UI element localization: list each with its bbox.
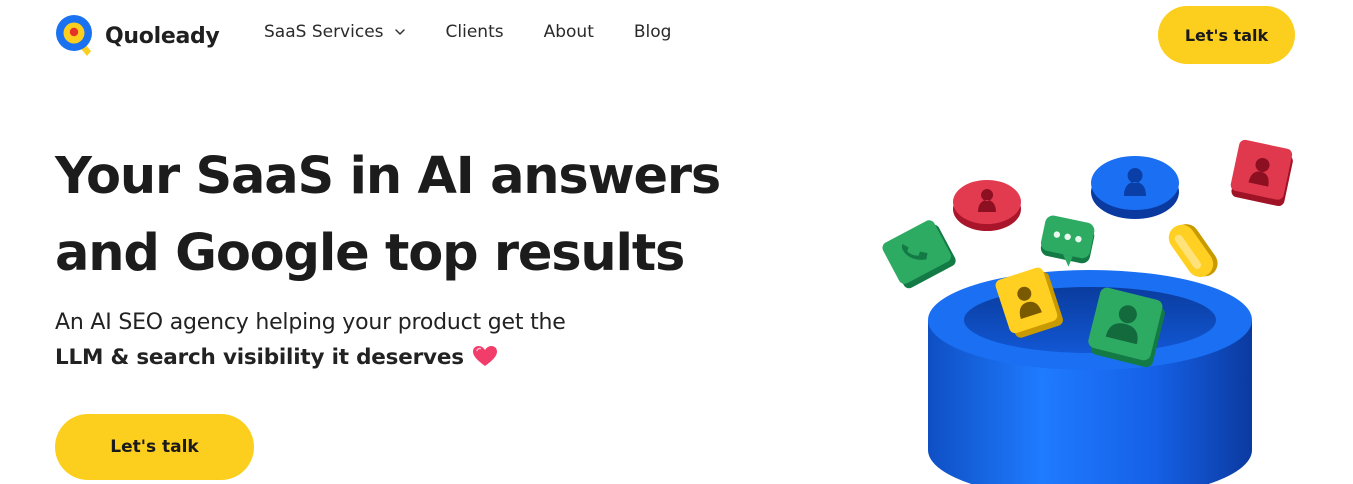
hero-title-line-2: and Google top results [55, 224, 685, 283]
chevron-down-icon [394, 29, 405, 35]
nav-item-blog[interactable]: Blog [634, 22, 672, 42]
nav-item-about[interactable]: About [544, 22, 594, 42]
hero-illustration [882, 139, 1293, 484]
hero-subtitle: An AI SEO agency helping your product ge… [55, 305, 675, 375]
user-token-icon [1091, 156, 1179, 219]
heart-icon [472, 346, 497, 366]
site-header: Quoleady SaaS Services Clients About Blo… [0, 0, 1353, 70]
user-token-icon [953, 180, 1021, 231]
nav-item-clients[interactable]: Clients [446, 22, 504, 42]
chat-bubble-icon [1040, 215, 1095, 267]
user-token-icon [1230, 139, 1293, 207]
nav-item-label: SaaS Services [264, 22, 384, 42]
phone-token-icon [882, 220, 956, 289]
brand-name: Quoleady [105, 23, 220, 49]
hero-subtitle-line-2: LLM & search visibility it deserves [55, 345, 464, 370]
hero-title: Your SaaS in AI answers and Google top r… [55, 138, 775, 292]
pill-token-icon [1168, 224, 1218, 278]
q-pin-logo-icon [56, 15, 92, 56]
nav-item-saas-services[interactable]: SaaS Services [264, 22, 406, 42]
hero-subtitle-line-1: An AI SEO agency helping your product ge… [55, 310, 566, 335]
blue-cylinder-funnel-icon [928, 270, 1252, 484]
logo-link[interactable]: Quoleady [55, 14, 220, 58]
header-lets-talk-button[interactable]: Let's talk [1158, 6, 1295, 64]
main-nav: SaaS Services Clients About Blog [264, 22, 711, 42]
hero-lets-talk-button[interactable]: Let's talk [55, 414, 254, 480]
hero-title-line-1: Your SaaS in AI answers [55, 147, 721, 206]
